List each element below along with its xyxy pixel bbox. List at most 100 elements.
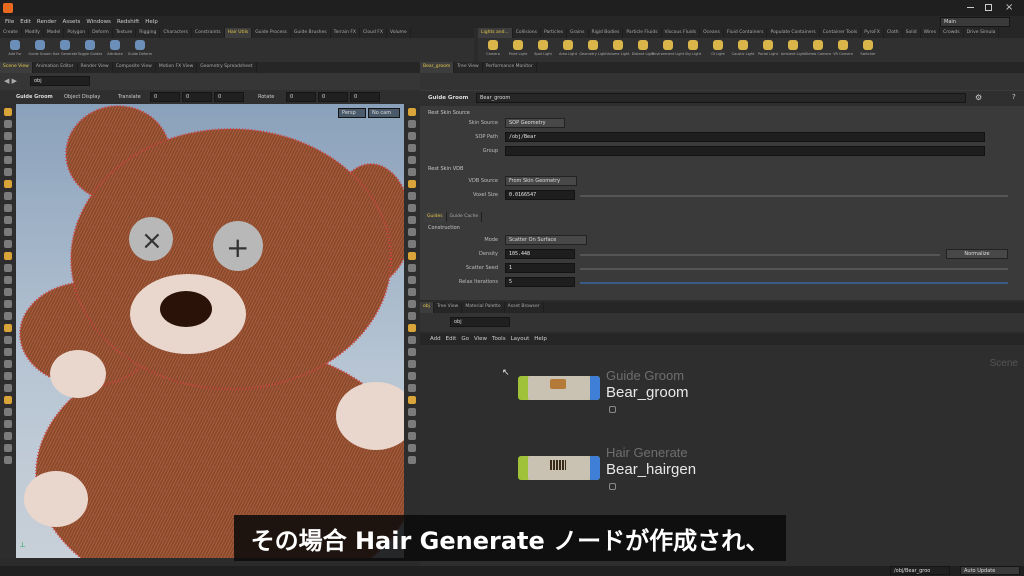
- mode-select[interactable]: Scatter On Surface: [505, 235, 587, 245]
- viewport-tool-icon[interactable]: [408, 312, 416, 320]
- camera-menu[interactable]: Persp: [338, 108, 366, 118]
- tab-material-palette[interactable]: Material Palette: [462, 302, 505, 313]
- shelf-tool-attribute[interactable]: Attribute: [104, 40, 126, 56]
- close-icon[interactable]: ×: [1005, 2, 1013, 13]
- object-display-toggle[interactable]: Object Display: [64, 94, 100, 100]
- viewport-tool-icon[interactable]: [4, 264, 12, 272]
- tab-constraints[interactable]: Constraints: [192, 28, 225, 38]
- viewport-tool-icon[interactable]: [4, 228, 12, 236]
- node-guide-groom-name[interactable]: Bear_groom: [606, 384, 689, 401]
- viewport-tool-icon[interactable]: [4, 108, 12, 116]
- tab-drive-simula[interactable]: Drive Simula: [964, 28, 1000, 38]
- network-menu-view[interactable]: View: [474, 336, 487, 342]
- tab-rigid-bodies[interactable]: Rigid Bodies: [589, 28, 624, 38]
- voxel-size-slider[interactable]: [580, 195, 1008, 197]
- viewport-tool-icon[interactable]: [4, 456, 12, 464]
- node-guide-groom-lock-icon[interactable]: [609, 406, 616, 413]
- viewport-tool-icon[interactable]: [408, 336, 416, 344]
- viewport-tool-icon[interactable]: [408, 144, 416, 152]
- viewport-tool-icon[interactable]: [4, 120, 12, 128]
- viewport-tool-icon[interactable]: [408, 192, 416, 200]
- viewport-tool-icon[interactable]: [408, 360, 416, 368]
- tab-wires[interactable]: Wires: [921, 28, 941, 38]
- shelf-tool-volume-light[interactable]: Volume Light: [607, 40, 629, 56]
- translate-x-field[interactable]: 0: [150, 92, 180, 102]
- tab-particle-fluids[interactable]: Particle Fluids: [623, 28, 662, 38]
- viewport-tool-icon[interactable]: [408, 276, 416, 284]
- viewport-tool-icon[interactable]: [4, 144, 12, 152]
- tab-lights-and-[interactable]: Lights and...: [478, 28, 513, 38]
- tab-geometry-spreadsheet[interactable]: Geometry Spreadsheet: [197, 62, 257, 73]
- shelf-tool-area-light[interactable]: Area Light: [557, 40, 579, 56]
- rotate-z-field[interactable]: 0: [350, 92, 380, 102]
- network-menu-help[interactable]: Help: [534, 336, 547, 342]
- viewport-tool-icon[interactable]: [4, 216, 12, 224]
- viewport-tool-icon[interactable]: [4, 348, 12, 356]
- viewport-tool-icon[interactable]: [408, 240, 416, 248]
- tab-viscous-fluids[interactable]: Viscous Fluids: [662, 28, 701, 38]
- tab-populate-containers[interactable]: Populate Containers: [767, 28, 820, 38]
- viewport-tool-icon[interactable]: [408, 300, 416, 308]
- shelf-tool-camera[interactable]: Camera: [482, 40, 504, 56]
- tab-fluid-containers[interactable]: Fluid Containers: [724, 28, 768, 38]
- viewport-tool-icon[interactable]: [408, 348, 416, 356]
- tab-render-view[interactable]: Render View: [78, 62, 113, 73]
- viewer-path-field[interactable]: obj: [30, 76, 90, 86]
- viewport-tool-icon[interactable]: [4, 432, 12, 440]
- viewport-tool-icon[interactable]: [4, 168, 12, 176]
- param-node-name-field[interactable]: Bear_groom: [476, 93, 966, 103]
- voxel-size-field[interactable]: 0.0166547: [505, 190, 575, 200]
- viewport-tool-icon[interactable]: [408, 132, 416, 140]
- shelf-tool-environment-light[interactable]: Environment Light: [652, 40, 684, 56]
- density-slider[interactable]: [580, 254, 940, 256]
- minimize-icon[interactable]: [967, 7, 974, 8]
- viewport-tool-icon[interactable]: [4, 192, 12, 200]
- viewport-tool-icon[interactable]: [408, 432, 416, 440]
- tab-rigging[interactable]: Rigging: [136, 28, 161, 38]
- viewport-tool-icon[interactable]: [4, 360, 12, 368]
- shelf-tool-guide-groom[interactable]: Guide Groom: [28, 40, 52, 56]
- group-field[interactable]: [505, 146, 985, 156]
- tab-guide-brushes[interactable]: Guide Brushes: [291, 28, 331, 38]
- rotate-x-field[interactable]: 0: [286, 92, 316, 102]
- tab-modify[interactable]: Modify: [22, 28, 44, 38]
- shelf-tool-vr-camera[interactable]: VR Camera: [832, 40, 854, 56]
- tab-texture[interactable]: Texture: [113, 28, 137, 38]
- menu-file[interactable]: File: [5, 19, 14, 25]
- tab-deform[interactable]: Deform: [89, 28, 113, 38]
- viewport-tool-icon[interactable]: [4, 408, 12, 416]
- rotate-y-field[interactable]: 0: [318, 92, 348, 102]
- skin-source-select[interactable]: SOP Geometry: [505, 118, 565, 128]
- shelf-tool-caustic-light[interactable]: Caustic Light: [732, 40, 754, 56]
- viewport-tool-icon[interactable]: [408, 252, 416, 260]
- tab-asset-browser[interactable]: Asset Browser: [505, 302, 544, 313]
- viewport-tool-icon[interactable]: [408, 324, 416, 332]
- viewport-tool-icon[interactable]: [4, 372, 12, 380]
- shelf-tool-sky-light[interactable]: Sky Light: [682, 40, 704, 56]
- tab-bear-groom[interactable]: Bear_groom: [420, 62, 455, 73]
- relax-field[interactable]: 5: [505, 277, 575, 287]
- back-arrow-icon[interactable]: ◀ ▶: [4, 77, 17, 85]
- viewport-tool-icon[interactable]: [408, 216, 416, 224]
- menu-assets[interactable]: Assets: [62, 19, 80, 25]
- relax-slider[interactable]: [580, 282, 1008, 284]
- tab-tree-view[interactable]: Tree View: [434, 302, 463, 313]
- tab-performance-monitor[interactable]: Performance Monitor: [483, 62, 537, 73]
- tab-pyrofx[interactable]: PyroFX: [861, 28, 884, 38]
- density-field[interactable]: 105.448: [505, 249, 575, 259]
- help-icon[interactable]: ?: [1012, 93, 1016, 101]
- tab-cloth[interactable]: Cloth: [884, 28, 903, 38]
- viewport-tool-icon[interactable]: [4, 396, 12, 404]
- network-path-field[interactable]: obj: [450, 317, 510, 327]
- tab-characters[interactable]: Characters: [160, 28, 192, 38]
- gear-icon[interactable]: ⚙: [975, 93, 982, 102]
- viewport-tool-icon[interactable]: [408, 120, 416, 128]
- viewport-tool-icon[interactable]: [4, 276, 12, 284]
- node-hair-generate-lock-icon[interactable]: [609, 483, 616, 490]
- shelf-tool-hair-generate[interactable]: Hair Generate: [53, 40, 77, 56]
- viewport-tool-icon[interactable]: [4, 288, 12, 296]
- tab-motion-fx-view[interactable]: Motion FX View: [156, 62, 198, 73]
- menu-edit[interactable]: Edit: [20, 19, 31, 25]
- viewport-tool-icon[interactable]: [408, 168, 416, 176]
- shelf-tool-point-light[interactable]: Point Light: [507, 40, 529, 56]
